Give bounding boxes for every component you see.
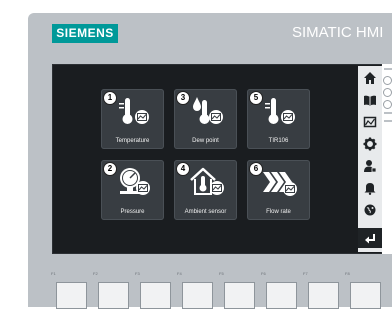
tile-label: TIR106 — [268, 138, 289, 144]
flow-chevrons-icon — [263, 172, 297, 196]
function-key-f6[interactable] — [266, 282, 297, 309]
bell-icon — [364, 183, 376, 195]
tile-label: Pressure — [120, 209, 145, 215]
thermometer-tag-icon — [265, 98, 295, 124]
house-thermometer-icon — [190, 167, 224, 195]
nav-book-button[interactable] — [358, 90, 382, 110]
back-arrow-icon — [365, 234, 375, 244]
nav-alarms-button[interactable] — [358, 178, 382, 198]
function-key-row: F1 F2 F3 F4 F5 F6 F7 F8 — [28, 262, 392, 309]
tile-number-badge: 5 — [249, 91, 263, 105]
pressure-gauge-icon — [120, 168, 150, 195]
nav-trend-button[interactable] — [358, 112, 382, 132]
fkey-label: F5 — [219, 271, 224, 276]
tile-number-badge: 4 — [176, 162, 190, 176]
nav-settings-button[interactable] — [358, 134, 382, 154]
tile-number-badge: 1 — [103, 91, 117, 105]
thermometer-trend-icon — [119, 98, 149, 124]
gear-icon — [363, 137, 377, 151]
trend-chart-icon — [363, 116, 377, 128]
tile-number-badge: 3 — [176, 91, 190, 105]
function-key-f5[interactable] — [224, 282, 255, 309]
book-icon — [364, 95, 376, 106]
fkey-label: F8 — [345, 271, 350, 276]
nav-language-button[interactable] — [358, 200, 382, 220]
function-key-f4[interactable] — [182, 282, 213, 309]
nav-bar — [358, 66, 382, 252]
tile-label: Flow rate — [266, 209, 291, 215]
function-key-f8[interactable] — [350, 282, 381, 309]
tile-label: Dew point — [192, 138, 219, 144]
tile-label: Temperature — [115, 138, 150, 144]
tile-number-badge: 6 — [249, 162, 263, 176]
tile-label: Ambient sensor — [184, 209, 227, 215]
fkey-label: F1 — [51, 271, 56, 276]
fkey-label: F6 — [261, 271, 266, 276]
fkey-label: F3 — [135, 271, 140, 276]
function-key-f1[interactable] — [56, 282, 87, 309]
fkey-label: F7 — [303, 271, 308, 276]
model-label: SIMATIC HMI — [292, 24, 384, 41]
nav-user-admin-button[interactable] — [358, 156, 382, 176]
function-key-f3[interactable] — [140, 282, 171, 309]
fkey-label: F4 — [177, 271, 182, 276]
function-key-f2[interactable] — [98, 282, 129, 309]
screen-edge-strip — [382, 64, 392, 254]
language-globe-icon — [364, 204, 376, 216]
nav-back-button[interactable] — [358, 228, 382, 248]
dew-point-icon — [193, 97, 223, 124]
home-icon — [364, 72, 376, 84]
tile-number-badge: 2 — [103, 162, 117, 176]
fkey-label: F2 — [93, 271, 98, 276]
hmi-screen: Temperature 1 Dew point 3 TIR106 5 Press… — [52, 64, 382, 254]
siemens-logo: SIEMENS — [52, 24, 118, 43]
nav-home-button[interactable] — [358, 68, 382, 88]
user-admin-icon — [364, 160, 377, 173]
function-key-f7[interactable] — [308, 282, 339, 309]
